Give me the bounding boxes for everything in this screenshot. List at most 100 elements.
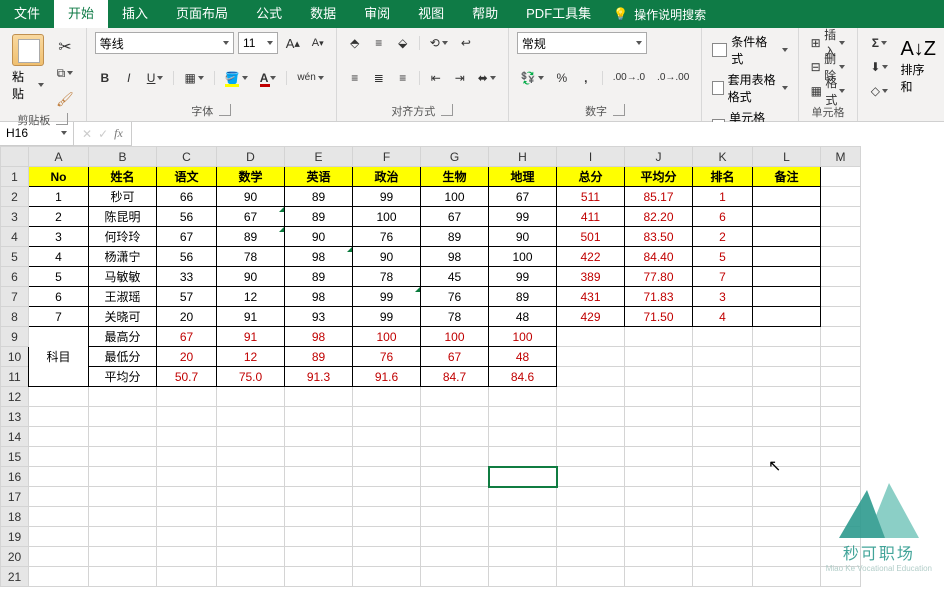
cell[interactable] <box>625 427 693 447</box>
cell[interactable]: 2 <box>693 227 753 247</box>
col-header-E[interactable]: E <box>285 147 353 167</box>
row-header-5[interactable]: 5 <box>1 247 29 267</box>
cell[interactable] <box>753 187 821 207</box>
cell[interactable]: 7 <box>693 267 753 287</box>
cell[interactable] <box>89 387 157 407</box>
cell[interactable] <box>421 547 489 567</box>
col-header-D[interactable]: D <box>217 147 285 167</box>
cell[interactable]: 84.6 <box>489 367 557 387</box>
cell[interactable] <box>217 387 285 407</box>
cell[interactable] <box>285 467 353 487</box>
cell[interactable]: 76 <box>421 287 489 307</box>
cell[interactable]: 最高分 <box>89 327 157 347</box>
col-header-B[interactable]: B <box>89 147 157 167</box>
cell[interactable]: 100 <box>421 327 489 347</box>
cell[interactable]: 71.50 <box>625 307 693 327</box>
cell[interactable] <box>821 347 861 367</box>
cell[interactable]: 98 <box>285 327 353 347</box>
cell[interactable] <box>489 407 557 427</box>
tab-formulas[interactable]: 公式 <box>242 0 296 28</box>
cell[interactable] <box>421 467 489 487</box>
conditional-formatting-button[interactable]: 条件格式 <box>710 32 789 68</box>
cell[interactable] <box>353 427 421 447</box>
alignment-launcher-icon[interactable] <box>441 104 453 116</box>
cell[interactable] <box>753 387 821 407</box>
cell[interactable]: 平均分 <box>89 367 157 387</box>
header-cell[interactable]: 语文 <box>157 167 217 187</box>
enter-formula-icon[interactable]: ✓ <box>98 127 108 141</box>
cell[interactable]: 89 <box>421 227 489 247</box>
cell[interactable]: 99 <box>353 287 421 307</box>
cell[interactable]: 3 <box>29 227 89 247</box>
tab-pdf[interactable]: PDF工具集 <box>512 0 605 28</box>
cell[interactable]: 90 <box>285 227 353 247</box>
cell[interactable]: 66 <box>157 187 217 207</box>
cell[interactable]: 杨潇宁 <box>89 247 157 267</box>
wrap-text-button[interactable]: ↩ <box>456 32 476 54</box>
cell[interactable]: 91.3 <box>285 367 353 387</box>
bold-button[interactable]: B <box>95 67 115 89</box>
cell[interactable]: 1 <box>693 187 753 207</box>
cell[interactable]: 75.0 <box>217 367 285 387</box>
cell[interactable] <box>821 407 861 427</box>
cell[interactable] <box>285 447 353 467</box>
cell[interactable]: 4 <box>29 247 89 267</box>
formula-input[interactable] <box>132 122 944 146</box>
cell[interactable]: 100 <box>421 187 489 207</box>
cell[interactable] <box>217 527 285 547</box>
cell[interactable] <box>489 567 557 587</box>
cell[interactable]: 67 <box>421 207 489 227</box>
cell[interactable] <box>557 547 625 567</box>
row-header-11[interactable]: 11 <box>1 367 29 387</box>
cell[interactable] <box>157 387 217 407</box>
cell[interactable] <box>285 407 353 427</box>
cell[interactable]: 5 <box>693 247 753 267</box>
header-cell[interactable]: 英语 <box>285 167 353 187</box>
increase-decimal-button[interactable]: .00→.0 <box>609 67 649 89</box>
row-header-7[interactable]: 7 <box>1 287 29 307</box>
cell[interactable]: 20 <box>157 307 217 327</box>
cell[interactable] <box>29 567 89 587</box>
clipboard-launcher-icon[interactable] <box>56 113 68 125</box>
cell[interactable] <box>821 547 861 567</box>
sort-filter-button[interactable]: 排序和 <box>900 61 936 95</box>
tab-view[interactable]: 视图 <box>404 0 458 28</box>
cell[interactable] <box>693 527 753 547</box>
cell[interactable]: 6 <box>693 207 753 227</box>
cell[interactable]: 20 <box>157 347 217 367</box>
cell[interactable]: 511 <box>557 187 625 207</box>
cell[interactable] <box>157 547 217 567</box>
cell[interactable] <box>29 527 89 547</box>
number-format-select[interactable]: 常规 <box>517 32 647 54</box>
cell[interactable] <box>557 427 625 447</box>
font-name-select[interactable]: 等线 <box>95 32 234 54</box>
cell[interactable] <box>29 547 89 567</box>
row-header-19[interactable]: 19 <box>1 527 29 547</box>
cell[interactable]: 100 <box>489 327 557 347</box>
cell[interactable]: 91 <box>217 327 285 347</box>
font-size-select[interactable]: 11 <box>238 32 278 54</box>
cell[interactable]: 431 <box>557 287 625 307</box>
decrease-decimal-button[interactable]: .0→.00 <box>653 67 693 89</box>
cell[interactable] <box>821 487 861 507</box>
copy-button[interactable]: ⧉ <box>52 62 78 84</box>
cell[interactable]: 89 <box>285 267 353 287</box>
cell[interactable] <box>353 527 421 547</box>
cell[interactable] <box>821 287 861 307</box>
cell[interactable]: 76 <box>353 227 421 247</box>
cell[interactable] <box>489 447 557 467</box>
cell[interactable] <box>421 427 489 447</box>
header-cell[interactable]: 生物 <box>421 167 489 187</box>
cell[interactable] <box>625 407 693 427</box>
align-top-button[interactable]: ⬘ <box>345 32 365 54</box>
cell[interactable] <box>753 507 821 527</box>
cell[interactable]: 99 <box>489 267 557 287</box>
row-header-18[interactable]: 18 <box>1 507 29 527</box>
cell[interactable]: 1 <box>29 187 89 207</box>
header-cell[interactable]: 总分 <box>557 167 625 187</box>
cell[interactable] <box>821 207 861 227</box>
cell[interactable] <box>821 427 861 447</box>
cell[interactable]: 90 <box>489 227 557 247</box>
cell[interactable]: 98 <box>285 287 353 307</box>
tab-file[interactable]: 文件 <box>0 0 54 28</box>
